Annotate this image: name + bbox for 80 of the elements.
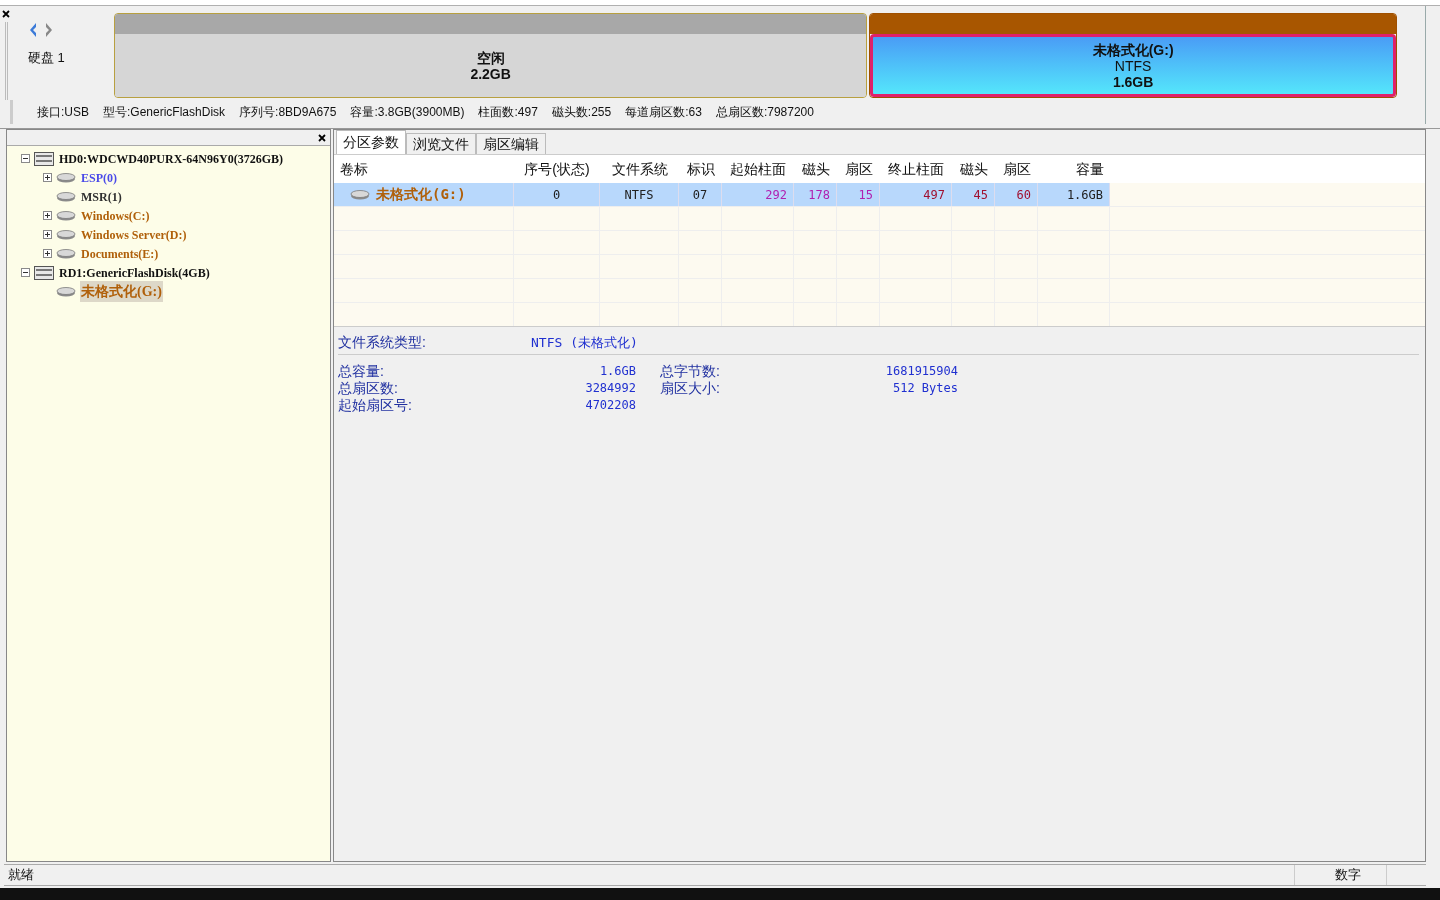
drive-icon (56, 286, 76, 297)
column-header[interactable]: 标识 (679, 158, 722, 180)
table-row[interactable]: 未格式化(G:) 0 NTFS 07 292 178 15 497 45 60 1.6GB (334, 183, 1110, 206)
column-header[interactable]: 扇区 (837, 158, 880, 180)
detail-value: 4702208 (584, 397, 636, 414)
tree-item[interactable]: Windows Server(D:) (80, 225, 188, 244)
detail-label: 总扇区数: (338, 380, 399, 397)
tab[interactable]: 分区参数 (336, 130, 406, 154)
column-header[interactable]: 序号(状态) (514, 158, 600, 180)
disk-info-text: 序列号:8BD9A675 (239, 104, 337, 121)
free-space-segment[interactable]: 空闲 2.2GB (114, 13, 868, 98)
segment-name: 未格式化(G:) (1092, 41, 1174, 58)
tab[interactable]: 浏览文件 (406, 133, 476, 154)
column-header[interactable]: 磁头 (952, 158, 995, 180)
drive-icon (56, 248, 76, 259)
disk-info-text: 容量:3.8GB(3900MB) (350, 104, 465, 121)
tab[interactable]: 扇区编辑 (476, 133, 546, 154)
drive-icon (56, 172, 76, 183)
status-indicator: 数字 (1294, 865, 1386, 885)
tree-item[interactable]: RD1:GenericFlashDisk(4GB) (58, 263, 211, 282)
column-header[interactable]: 扇区 (995, 158, 1038, 180)
close-icon[interactable] (318, 133, 326, 142)
disk-info-text: 每道扇区数:63 (625, 104, 702, 121)
close-icon[interactable] (2, 10, 10, 18)
column-header[interactable]: 文件系统 (600, 158, 679, 180)
tree-item[interactable]: Windows(C:) (80, 206, 151, 225)
detail-value: NTFS (未格式化) (531, 333, 638, 352)
disk-label: 硬盘 1 (28, 49, 65, 67)
disk-info-text: 型号:GenericFlashDisk (103, 104, 226, 121)
back-arrow-icon[interactable] (28, 22, 38, 38)
column-header[interactable]: 容量 (1038, 158, 1110, 180)
disk-info-text: 接口:USB (37, 104, 89, 121)
table-cell-text: 07 (692, 186, 708, 204)
collapse-icon[interactable] (21, 154, 30, 163)
table-cell-text: NTFS (624, 186, 654, 204)
status-text: 就绪 (7, 866, 35, 885)
table-cell-text: 292 (765, 186, 787, 204)
column-header[interactable]: 终止柱面 (880, 158, 952, 180)
detail-label: 总字节数: (660, 363, 721, 380)
partition-segment[interactable]: 未格式化(G:) NTFS 1.6GB (869, 13, 1397, 98)
detail-value: 1681915904 (884, 363, 958, 380)
drive-icon (56, 191, 76, 202)
segment-name: 空闲 (476, 49, 505, 66)
tree-item[interactable]: Documents(E:) (80, 244, 160, 263)
table-cell-text: 178 (808, 186, 830, 204)
table-cell-text: 45 (973, 186, 988, 204)
forward-arrow-icon[interactable] (44, 22, 54, 38)
table-cell-text: 15 (858, 186, 873, 204)
detail-label: 文件系统类型: (338, 333, 427, 352)
tree-item[interactable]: ESP(0) (80, 168, 118, 187)
expand-icon[interactable] (43, 230, 52, 239)
column-header[interactable]: 磁头 (794, 158, 837, 180)
table-cell-text: 1.6GB (1066, 186, 1103, 204)
disk-info-text: 柱面数:497 (478, 104, 538, 121)
drive-icon (56, 210, 76, 221)
segment-size: 1.6GB (1112, 73, 1154, 90)
expand-icon[interactable] (43, 173, 52, 182)
column-header[interactable]: 卷标 (334, 158, 514, 180)
drive-icon (350, 189, 370, 200)
table-cell-text: 497 (923, 186, 945, 204)
detail-value: 3284992 (584, 380, 636, 397)
detail-label: 起始扇区号: (338, 397, 413, 414)
disk-info-text: 磁头数:255 (551, 104, 612, 121)
collapse-icon[interactable] (21, 268, 30, 277)
column-header[interactable]: 起始柱面 (722, 158, 794, 180)
table-cell-text: 60 (1016, 186, 1031, 204)
drive-icon (56, 229, 76, 240)
expand-icon[interactable] (43, 211, 52, 220)
disk-info-text: 总扇区数:7987200 (715, 104, 814, 121)
detail-value: 1.6GB (598, 363, 636, 380)
table-cell-text: 未格式化(G:) (376, 185, 466, 204)
tree-item[interactable]: MSR(1) (80, 187, 123, 206)
detail-label: 扇区大小: (660, 380, 721, 397)
segment-size: 2.2GB (470, 65, 511, 82)
expand-icon[interactable] (43, 249, 52, 258)
detail-label: 总容量: (338, 363, 385, 380)
tree-item[interactable]: HD0:WDCWD40PURX-64N96Y0(3726GB) (58, 149, 284, 168)
detail-value: 512 Bytes (891, 380, 958, 397)
table-cell-text: 0 (552, 186, 561, 204)
segment-filesystem: NTFS (1114, 57, 1152, 74)
